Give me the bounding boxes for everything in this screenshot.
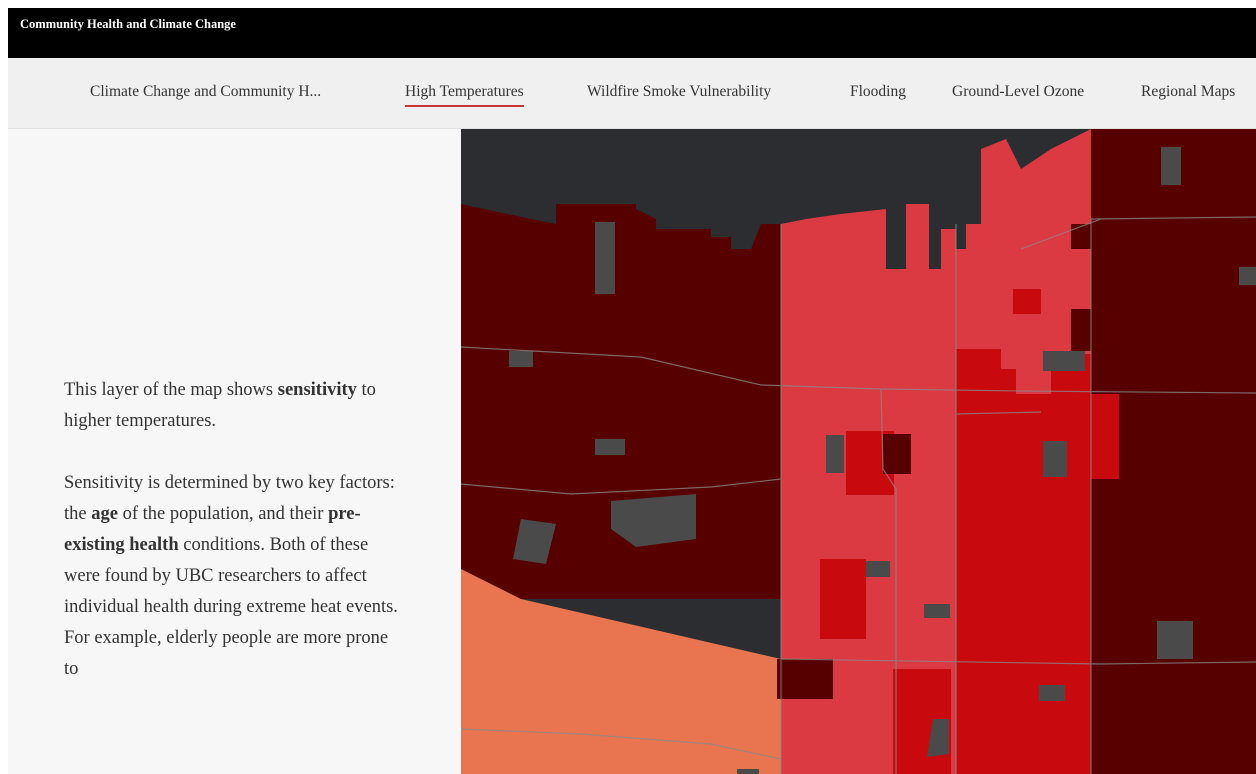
- story-tab-bar: Climate Change and Community H... High T…: [8, 58, 1256, 129]
- narrative-paragraph-1: This layer of the map shows sensitivity …: [64, 375, 404, 437]
- map-canvas[interactable]: [461, 129, 1256, 774]
- map-zone-very-high-pocket[interactable]: [1071, 224, 1093, 249]
- narrative-panel: This layer of the map shows sensitivity …: [8, 129, 461, 774]
- map-zone-very-high-pocket[interactable]: [1071, 309, 1093, 351]
- map-zone-very-high-pocket[interactable]: [883, 434, 911, 474]
- map-no-data-block[interactable]: [509, 351, 533, 367]
- map-no-data-block[interactable]: [924, 604, 950, 618]
- map-no-data-block[interactable]: [826, 435, 844, 473]
- tab-high-temperatures[interactable]: High Temperatures: [405, 83, 524, 107]
- sensitivity-map[interactable]: [461, 129, 1256, 774]
- tab-ground-level-ozone[interactable]: Ground-Level Ozone: [952, 83, 1084, 105]
- map-no-data-block[interactable]: [1239, 267, 1256, 285]
- map-no-data-block[interactable]: [1157, 621, 1193, 659]
- narrative-emphasis-sensitivity: sensitivity: [277, 380, 357, 400]
- narrative-text-run: conditions. Both of these were found by …: [64, 535, 398, 679]
- tab-climate-change-community-health[interactable]: Climate Change and Community H...: [90, 83, 321, 105]
- tab-flooding[interactable]: Flooding: [850, 83, 906, 105]
- map-no-data-block[interactable]: [1039, 685, 1065, 701]
- map-zone-high-pocket[interactable]: [1091, 394, 1119, 479]
- map-zone-high-pocket[interactable]: [1013, 289, 1041, 314]
- map-no-data-block[interactable]: [866, 561, 890, 577]
- app-header: Community Health and Climate Change: [8, 8, 1256, 58]
- map-no-data-block[interactable]: [1161, 147, 1181, 185]
- narrative-text: This layer of the map shows sensitivity …: [64, 375, 404, 716]
- map-zone-very-high-pocket[interactable]: [777, 659, 833, 699]
- narrative-text-run: This layer of the map shows: [64, 380, 278, 400]
- app-title: Community Health and Climate Change: [20, 17, 236, 31]
- narrative-paragraph-2: Sensitivity is determined by two key fac…: [64, 468, 404, 685]
- map-no-data-block[interactable]: [1043, 441, 1067, 477]
- narrative-emphasis-age: age: [91, 504, 118, 524]
- map-no-data-block[interactable]: [595, 439, 625, 455]
- narrative-text-run: of the population, and their: [117, 504, 329, 524]
- map-no-data-block[interactable]: [1043, 351, 1085, 371]
- map-zone-very-high-west[interactable]: [461, 204, 781, 599]
- map-zone-high-pocket[interactable]: [820, 559, 866, 639]
- map-no-data-block[interactable]: [737, 769, 759, 774]
- tab-wildfire-smoke-vulnerability[interactable]: Wildfire Smoke Vulnerability: [587, 83, 771, 105]
- tab-regional-maps[interactable]: Regional Maps: [1141, 83, 1235, 105]
- map-zone-low-southwest[interactable]: [461, 569, 781, 774]
- map-no-data-block[interactable]: [595, 222, 615, 294]
